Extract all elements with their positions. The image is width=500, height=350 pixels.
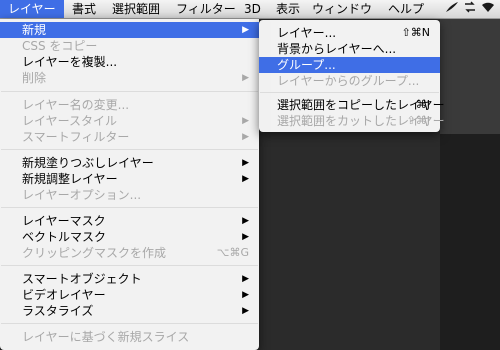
submenu-item-layer-from-background[interactable]: 背景からレイヤーへ... xyxy=(259,41,440,57)
shortcut-label: ⇧⌘J xyxy=(406,114,430,127)
layer-menu: 新規 ▶ CSS をコピー レイヤーを複製... 削除 ▶ レイヤー名の変更..… xyxy=(0,19,259,350)
menu-item-label: 新規塗りつぶしレイヤー xyxy=(22,156,154,170)
shortcut-label: ⌘J xyxy=(415,98,430,111)
shortcut-label: ⌥⌘G xyxy=(216,246,249,259)
submenu-arrow-icon: ▶ xyxy=(242,116,249,126)
menubar-item-help[interactable]: ヘルプ xyxy=(380,0,432,18)
menu-item-new[interactable]: 新規 ▶ xyxy=(0,22,259,38)
submenu-arrow-icon: ▶ xyxy=(242,158,249,168)
menu-item-label: レイヤーを複製... xyxy=(22,55,118,69)
menu-item-label: グループ... xyxy=(277,58,336,72)
menu-item-label: ラスタライズ xyxy=(22,304,94,318)
menu-item-label: 背景からレイヤーへ... xyxy=(277,42,397,56)
submenu-item-layer-via-cut[interactable]: 選択範囲をカットしたレイヤー ⇧⌘J xyxy=(259,113,445,129)
feather-icon[interactable] xyxy=(444,1,460,17)
menu-bar: レイヤー 書式 選択範囲 フィルター 3D 表示 ウィンドウ ヘルプ xyxy=(0,0,500,19)
menu-item-label: ビデオレイヤー xyxy=(22,288,106,302)
menu-separator xyxy=(1,149,258,150)
submenu-arrow-icon: ▶ xyxy=(242,132,249,142)
menubar-item-select[interactable]: 選択範囲 xyxy=(104,0,168,18)
submenu-arrow-icon: ▶ xyxy=(242,25,249,35)
menu-item-label: スマートフィルター xyxy=(22,130,130,144)
menu-item-label: 新規 xyxy=(22,23,47,37)
menu-separator xyxy=(260,92,439,93)
submenu-arrow-icon: ▶ xyxy=(242,274,249,284)
menu-item-duplicate-layer[interactable]: レイヤーを複製... xyxy=(0,54,259,70)
menu-item-label: レイヤーオプション... xyxy=(22,188,142,202)
menu-item-layer-style[interactable]: レイヤースタイル ▶ xyxy=(0,113,259,129)
submenu-item-group-from-layers[interactable]: レイヤーからのグループ... xyxy=(259,73,440,89)
menu-item-new-adjustment-layer[interactable]: 新規調整レイヤー ▶ xyxy=(0,171,259,187)
menu-item-label: レイヤーに基づく新規スライス xyxy=(22,330,190,344)
menu-item-label: 削除 xyxy=(22,71,47,85)
menu-item-label: スマートオブジェクト xyxy=(22,272,142,286)
workspace-panel xyxy=(440,19,500,350)
menu-item-label: レイヤーからのグループ... xyxy=(277,74,420,88)
menu-item-new-fill-layer[interactable]: 新規塗りつぶしレイヤー ▶ xyxy=(0,155,259,171)
menu-item-label: ベクトルマスク xyxy=(22,230,107,244)
menu-item-label: レイヤースタイル xyxy=(22,114,118,128)
submenu-arrow-icon: ▶ xyxy=(242,73,249,83)
menu-item-new-slice-from-layer[interactable]: レイヤーに基づく新規スライス xyxy=(0,329,259,345)
submenu-arrow-icon: ▶ xyxy=(242,216,249,226)
new-submenu: レイヤー... ⇧⌘N 背景からレイヤーへ... グループ... レイヤーからの… xyxy=(259,20,445,132)
menu-item-video-layer[interactable]: ビデオレイヤー ▶ xyxy=(0,287,259,303)
panel-header xyxy=(440,19,500,134)
menu-item-label: レイヤー... xyxy=(277,26,337,40)
menu-item-copy-css[interactable]: CSS をコピー xyxy=(0,38,259,54)
menu-item-smart-filter[interactable]: スマートフィルター ▶ xyxy=(0,129,259,145)
menu-item-label: CSS をコピー xyxy=(22,39,98,53)
menu-item-label: レイヤー名の変更... xyxy=(22,98,130,112)
menu-item-layer-mask[interactable]: レイヤーマスク ▶ xyxy=(0,213,259,229)
menu-item-rename-layer[interactable]: レイヤー名の変更... xyxy=(0,97,259,113)
arrows-icon[interactable] xyxy=(462,1,478,17)
menubar-item-filter[interactable]: フィルター xyxy=(168,0,244,18)
wifi-icon[interactable] xyxy=(480,1,496,17)
menu-item-rasterize[interactable]: ラスタライズ ▶ xyxy=(0,303,259,319)
submenu-arrow-icon: ▶ xyxy=(242,232,249,242)
submenu-item-layer-via-copy[interactable]: 選択範囲をコピーしたレイヤー ⌘J xyxy=(259,97,445,113)
menubar-item-type[interactable]: 書式 xyxy=(64,0,104,18)
menubar-item-layer[interactable]: レイヤー xyxy=(0,0,64,18)
menu-item-vector-mask[interactable]: ベクトルマスク ▶ xyxy=(0,229,259,245)
menu-separator xyxy=(1,323,258,324)
submenu-arrow-icon: ▶ xyxy=(242,306,249,316)
menu-separator xyxy=(1,207,258,208)
submenu-arrow-icon: ▶ xyxy=(242,174,249,184)
menu-item-layer-options[interactable]: レイヤーオプション... xyxy=(0,187,259,203)
menubar-item-view[interactable]: 表示 xyxy=(268,0,308,18)
menu-item-label: 新規調整レイヤー xyxy=(22,172,118,186)
menu-separator xyxy=(1,91,258,92)
menu-item-delete[interactable]: 削除 ▶ xyxy=(0,70,259,86)
menu-separator xyxy=(1,265,258,266)
menubar-item-3d[interactable]: 3D xyxy=(236,0,269,18)
menu-item-create-clipping-mask[interactable]: クリッピングマスクを作成 ⌥⌘G xyxy=(0,245,259,261)
submenu-item-group[interactable]: グループ... xyxy=(259,57,440,73)
shortcut-label: ⇧⌘N xyxy=(401,26,430,39)
menu-item-smart-object[interactable]: スマートオブジェクト ▶ xyxy=(0,271,259,287)
menu-item-label: クリッピングマスクを作成 xyxy=(22,246,167,260)
menu-item-label: レイヤーマスク xyxy=(22,214,106,228)
submenu-arrow-icon: ▶ xyxy=(242,290,249,300)
menubar-item-window[interactable]: ウィンドウ xyxy=(304,0,380,18)
submenu-item-layer[interactable]: レイヤー... ⇧⌘N xyxy=(259,25,440,41)
